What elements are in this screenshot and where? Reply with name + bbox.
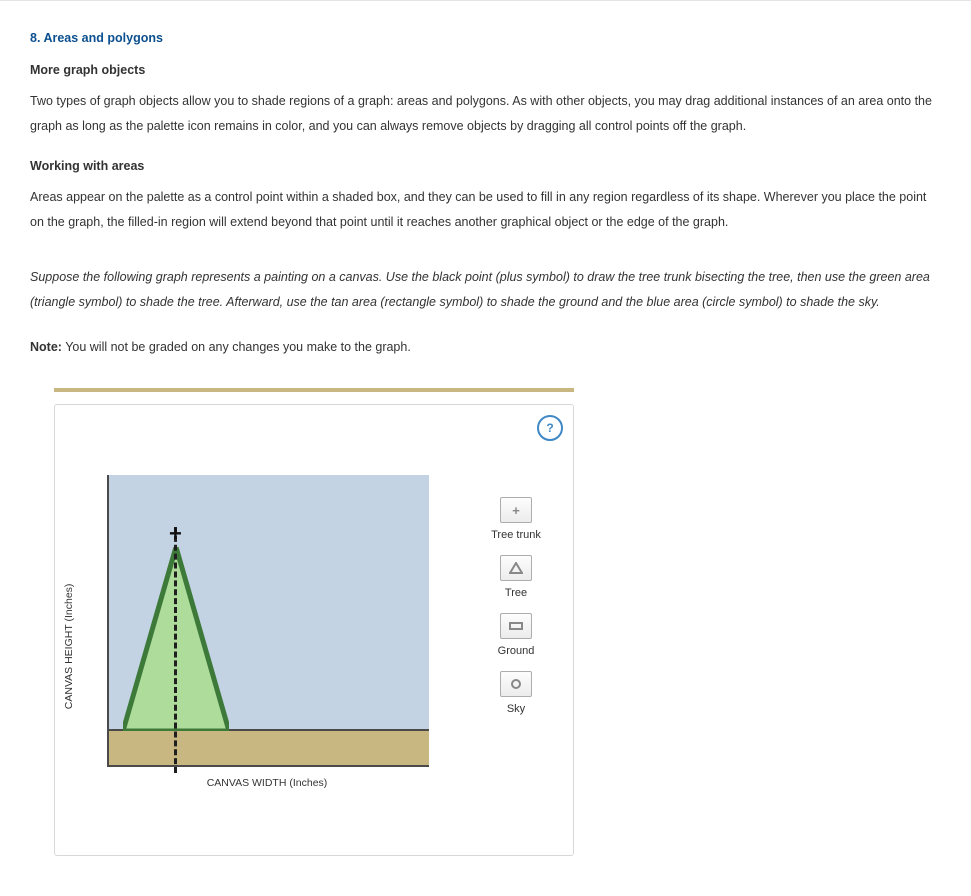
- palette-trunk-button[interactable]: +: [500, 497, 532, 523]
- circle-icon: [510, 678, 522, 690]
- help-icon: ?: [546, 421, 553, 435]
- palette-ground-label: Ground: [498, 645, 535, 657]
- help-button[interactable]: ?: [537, 415, 563, 441]
- instructions-text: Suppose the following graph represents a…: [30, 265, 941, 315]
- palette-tree-button[interactable]: [500, 555, 532, 581]
- rectangle-icon: [509, 622, 523, 630]
- section-title: 8. Areas and polygons: [30, 31, 941, 45]
- palette-tree-label: Tree: [505, 587, 527, 599]
- note-body: You will not be graded on any changes yo…: [62, 340, 411, 354]
- subheading-more-graph-objects: More graph objects: [30, 63, 941, 77]
- paragraph-more-graph-objects: Two types of graph objects allow you to …: [30, 89, 941, 139]
- subheading-working-with-areas: Working with areas: [30, 159, 941, 173]
- palette: + Tree trunk Tree Ground: [481, 497, 551, 723]
- paragraph-working-with-areas: Areas appear on the palette as a control…: [30, 185, 941, 235]
- graph-plot[interactable]: +: [107, 475, 429, 767]
- ground-region[interactable]: [109, 729, 429, 765]
- section-name: Areas and polygons: [43, 31, 162, 45]
- plus-icon: +: [512, 503, 520, 518]
- palette-sky-label: Sky: [507, 703, 525, 715]
- x-axis-label: CANVAS WIDTH (Inches): [107, 777, 427, 789]
- palette-sky-button[interactable]: [500, 671, 532, 697]
- graph-widget: ? CANVAS HEIGHT (Inches) + CANVAS WIDTH …: [54, 388, 574, 856]
- graph-area: CANVAS HEIGHT (Inches) + CANVAS WIDTH (I…: [73, 465, 463, 835]
- section-number: 8.: [30, 31, 40, 45]
- note-label: Note:: [30, 340, 62, 354]
- note-text: Note: You will not be graded on any chan…: [30, 335, 941, 360]
- page-root: 8. Areas and polygons More graph objects…: [0, 0, 971, 896]
- widget-card: ? CANVAS HEIGHT (Inches) + CANVAS WIDTH …: [54, 404, 574, 856]
- widget-accent-bar: [54, 388, 574, 392]
- tree-trunk-point-plus-icon[interactable]: +: [169, 523, 182, 545]
- triangle-icon: [509, 562, 523, 574]
- tree-trunk-line[interactable]: [174, 527, 179, 773]
- palette-trunk-label: Tree trunk: [491, 529, 541, 541]
- y-axis-label: CANVAS HEIGHT (Inches): [63, 584, 75, 710]
- palette-ground-button[interactable]: [500, 613, 532, 639]
